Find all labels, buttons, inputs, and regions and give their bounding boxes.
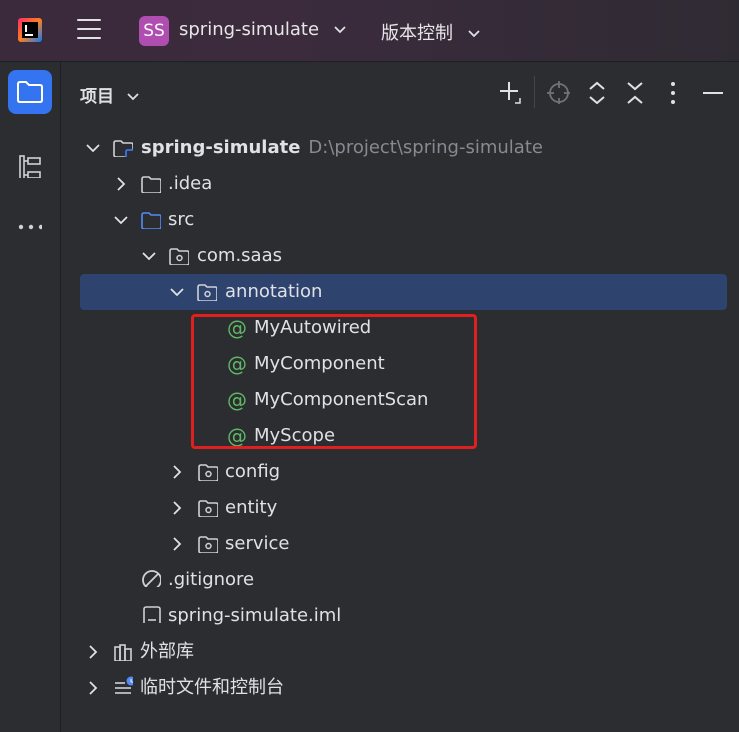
panel-title: 项目	[80, 87, 114, 107]
tree-item-scratches[interactable]: 临时文件和控制台	[61, 670, 739, 706]
tree-item-config[interactable]: config	[61, 454, 739, 490]
package-icon	[198, 500, 218, 517]
tree-item-gitignore[interactable]: .gitignore	[61, 562, 739, 598]
package-icon	[198, 536, 218, 553]
chevron-right-icon[interactable]	[86, 670, 100, 706]
structure-icon[interactable]	[18, 154, 42, 178]
root-path: D:\project\spring-simulate	[308, 137, 543, 158]
chevron-right-icon[interactable]	[170, 526, 184, 562]
tree-item-iml[interactable]: spring-simulate.iml	[61, 598, 739, 634]
module-file-icon	[143, 606, 161, 623]
project-switcher[interactable]: spring-simulate	[179, 19, 347, 40]
chevron-down-icon[interactable]	[142, 238, 156, 274]
library-icon	[114, 644, 132, 661]
chevron-right-icon[interactable]	[114, 166, 128, 202]
chevron-right-icon[interactable]	[170, 490, 184, 526]
vcs-menu[interactable]: 版本控制	[381, 19, 481, 45]
vcs-label: 版本控制	[381, 23, 453, 44]
project-panel-header: 项目	[61, 62, 739, 122]
package-icon	[169, 248, 189, 265]
chevron-down-icon	[334, 26, 346, 34]
tree-item-external-libraries[interactable]: 外部库	[61, 634, 739, 670]
entity-label: entity	[225, 497, 278, 518]
annotation-label: annotation	[225, 281, 323, 302]
scratches-label: 临时文件和控制台	[140, 677, 284, 698]
package-icon	[198, 464, 218, 481]
iml-label: spring-simulate.iml	[168, 605, 342, 626]
tool-window-bar	[0, 62, 61, 732]
src-label: src	[168, 209, 195, 230]
chevron-down-icon[interactable]	[170, 274, 184, 310]
project-badge[interactable]: SS	[139, 16, 169, 46]
project-tool-button[interactable]	[8, 70, 52, 114]
source-folder-icon	[141, 212, 161, 229]
tree-item-service[interactable]: service	[61, 526, 739, 562]
service-label: service	[225, 533, 290, 554]
project-folder-icon	[17, 81, 43, 103]
scratch-icon	[115, 676, 133, 694]
collapse-all-icon[interactable]	[624, 80, 648, 104]
chevron-right-icon[interactable]	[170, 454, 184, 490]
toolbar-divider	[534, 76, 535, 108]
tree-item-idea[interactable]: .idea	[61, 166, 739, 202]
root-name: spring-simulate	[141, 137, 301, 158]
tree-item-root[interactable]: spring-simulate D:\project\spring-simulat…	[61, 130, 739, 166]
gitignore-label: .gitignore	[168, 569, 255, 590]
highlight-box	[191, 314, 477, 449]
package-icon	[197, 284, 217, 301]
chevron-right-icon[interactable]	[86, 634, 100, 670]
locate-icon[interactable]	[546, 80, 570, 104]
folder-icon	[141, 176, 161, 193]
chevron-down-icon	[468, 30, 480, 38]
config-label: config	[225, 461, 281, 482]
chevron-down-icon[interactable]	[114, 202, 128, 238]
intellij-logo-icon[interactable]	[18, 18, 42, 42]
module-folder-icon	[113, 140, 133, 157]
options-icon[interactable]	[665, 80, 689, 104]
add-icon[interactable]	[498, 80, 522, 104]
tree-item-annotation[interactable]: annotation	[80, 274, 727, 310]
tree-item-entity[interactable]: entity	[61, 490, 739, 526]
panel-title-dropdown[interactable]: 项目	[80, 82, 140, 107]
chevron-down-icon[interactable]	[86, 130, 100, 166]
tree-item-src[interactable]: src	[61, 202, 739, 238]
tree-item-package[interactable]: com.saas	[61, 238, 739, 274]
package-label: com.saas	[197, 245, 282, 266]
project-name: spring-simulate	[179, 19, 320, 40]
external-libraries-label: 外部库	[140, 641, 194, 662]
main-menu-icon[interactable]	[77, 19, 101, 41]
hide-icon[interactable]	[702, 80, 726, 104]
chevron-down-icon	[127, 93, 139, 101]
ignore-file-icon	[142, 570, 161, 587]
expand-all-icon[interactable]	[586, 80, 610, 104]
title-bar: SS spring-simulate 版本控制	[0, 0, 739, 62]
idea-label: .idea	[168, 173, 213, 194]
more-icon[interactable]	[18, 217, 42, 241]
